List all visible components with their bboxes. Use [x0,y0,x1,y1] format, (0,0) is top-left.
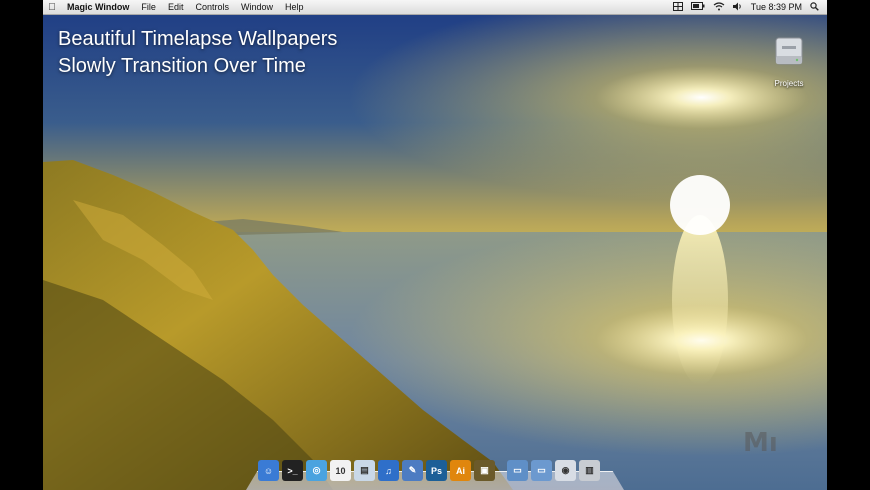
desktop-icon-label: Projects [774,79,804,88]
preview-icon[interactable]: ▤ [354,460,375,481]
menu-file[interactable]: File [135,0,162,14]
dock-icons: ☺ >_ ◎ 10 ▤ ♫ ✎ Ps Ai ▣ ▭ ▭ ◉ ▥ [258,460,600,481]
promo-caption: Beautiful Timelapse Wallpapers Slowly Tr… [58,26,337,80]
terminal-icon[interactable]: >_ [282,460,303,481]
downloads-icon[interactable]: ◉ [555,460,576,481]
finder-icon[interactable]: ☺ [258,460,279,481]
calendar-icon[interactable]: 10 [330,460,351,481]
safari-icon[interactable]: ◎ [306,460,327,481]
menu-clock[interactable]: Tue 8:39 PM [751,0,802,14]
menu-help[interactable]: Help [279,0,310,14]
desktop-screen:  Magic Window File Edit Controls Window… [43,0,827,490]
menu-window[interactable]: Window [235,0,279,14]
photoshop-icon[interactable]: Ps [426,460,447,481]
battery-icon[interactable] [690,2,705,12]
menu-edit[interactable]: Edit [162,0,190,14]
macupdate-watermark: Mı [743,428,778,458]
spotlight-icon[interactable] [810,1,819,13]
menu-controls[interactable]: Controls [189,0,235,14]
magic-window-icon[interactable]: ▣ [474,460,495,481]
grid-icon[interactable] [672,1,683,13]
xcode-icon[interactable]: ✎ [402,460,423,481]
hard-drive-icon [775,37,803,65]
itunes-icon[interactable]: ♫ [378,460,399,481]
caption-line-1: Beautiful Timelapse Wallpapers [58,28,338,50]
caption-line-2: Slowly Transition Over Time [58,55,306,77]
dock-separator [498,460,504,481]
illustrator-icon[interactable]: Ai [450,460,471,481]
app-menu[interactable]: Magic Window [61,0,135,14]
menu-bar:  Magic Window File Edit Controls Window… [43,0,827,15]
documents-folder-icon[interactable]: ▭ [531,460,552,481]
wifi-icon[interactable] [713,1,725,13]
volume-icon[interactable] [732,2,743,13]
trash-icon[interactable]: ▥ [579,460,600,481]
apple-icon[interactable]:  [43,2,61,13]
dock: ☺ >_ ◎ 10 ▤ ♫ ✎ Ps Ai ▣ ▭ ▭ ◉ ▥ [246,460,624,490]
desktop-projects-drive[interactable]: Projects [767,34,811,88]
applications-folder-icon[interactable]: ▭ [507,460,528,481]
